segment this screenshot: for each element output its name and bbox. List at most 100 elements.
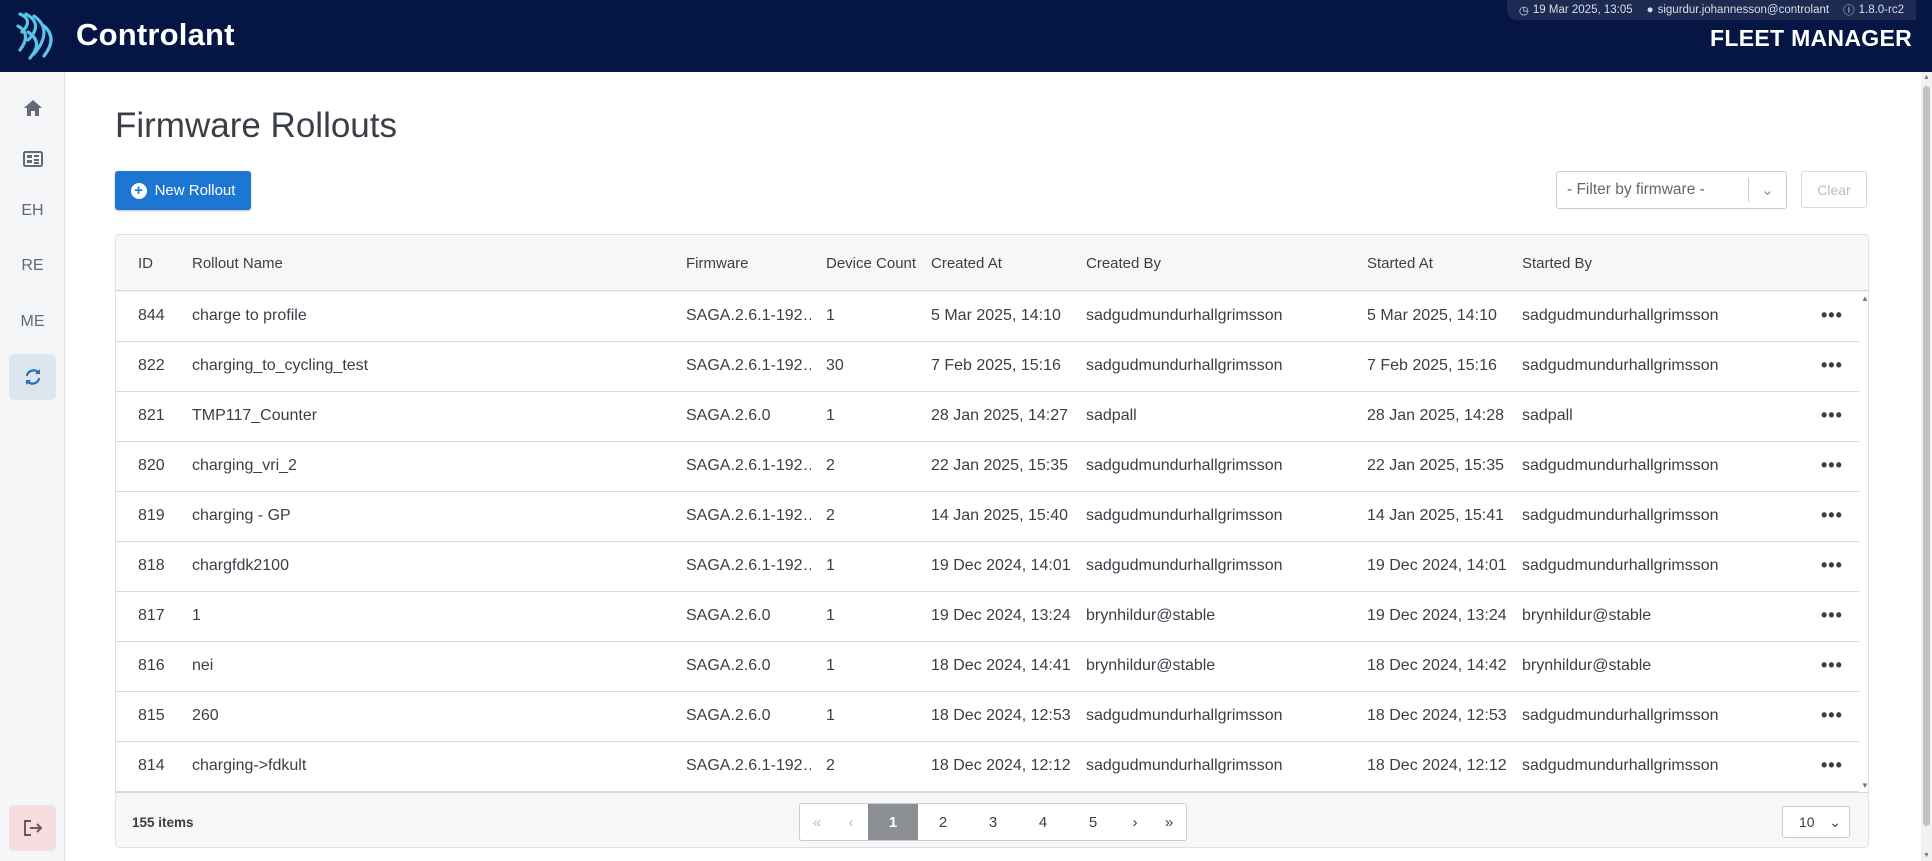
- sidebar-item-firmware-rollouts[interactable]: [9, 354, 56, 400]
- more-icon[interactable]: •••: [1821, 555, 1843, 576]
- more-icon[interactable]: •••: [1821, 405, 1843, 426]
- sidebar-item-home[interactable]: [9, 85, 56, 131]
- cell-started-by: sadgudmundurhallgrimsson: [1522, 457, 1719, 474]
- app-name: FLEET MANAGER: [1710, 25, 1912, 51]
- cell-device-count: 1: [826, 407, 835, 424]
- table-row[interactable]: 821 TMP117_Counter SAGA.2.6.0 1 28 Jan 2025,…: [116, 392, 1859, 442]
- cell-rollout-name: nei: [192, 657, 214, 674]
- table-row[interactable]: 816 nei SAGA.2.6.0 1 18 Dec 2024, 14:41 brynh…: [116, 642, 1859, 692]
- sidebar: EH RE ME: [0, 72, 65, 861]
- cell-device-count: 1: [826, 657, 835, 674]
- table-row[interactable]: 815 260 SAGA.2.6.0 1 18 Dec 2024, 12:53 sadgu…: [116, 692, 1859, 742]
- cell-id: 815: [138, 707, 165, 724]
- cell-created-by: sadgudmundurhallgrimsson: [1086, 707, 1283, 724]
- pagination: « ‹ 1 2 3 4 5 › »: [799, 803, 1187, 841]
- column-header-firmware[interactable]: Firmware: [686, 255, 749, 272]
- cell-created-at: 18 Dec 2024, 12:53: [931, 707, 1071, 724]
- cell-device-count: 2: [826, 757, 835, 774]
- logout-button[interactable]: [9, 805, 56, 851]
- scroll-up-arrow-icon[interactable]: ▲: [1923, 74, 1930, 81]
- sidebar-item-dashboard[interactable]: [9, 136, 56, 182]
- more-icon[interactable]: •••: [1821, 655, 1843, 676]
- new-rollout-button[interactable]: + New Rollout: [115, 171, 251, 210]
- cell-device-count: 30: [826, 357, 844, 374]
- column-header-id[interactable]: ID: [138, 255, 153, 272]
- cell-id: 820: [138, 457, 165, 474]
- column-header-created-at[interactable]: Created At: [931, 255, 1002, 272]
- table-row[interactable]: 822 charging_to_cycling_test SAGA.2.6.1-19…: [116, 342, 1859, 392]
- column-header-device-count[interactable]: Device Count: [826, 255, 916, 272]
- cell-id: 816: [138, 657, 165, 674]
- version-info: ⓘ 1.8.0-rc2: [1843, 2, 1904, 18]
- cell-started-at: 18 Dec 2024, 14:42: [1367, 657, 1507, 674]
- scroll-down-arrow-icon[interactable]: ▼: [1923, 852, 1930, 859]
- more-icon[interactable]: •••: [1821, 505, 1843, 526]
- home-icon: [23, 100, 42, 116]
- sidebar-item-eh[interactable]: EH: [9, 188, 56, 234]
- cell-rollout-name: charging_vri_2: [192, 457, 297, 474]
- clock-icon: ◷: [1518, 5, 1529, 17]
- table-row[interactable]: 814 charging->fdkult SAGA.2.6.1-192… 2 18 De…: [116, 742, 1859, 792]
- column-header-started-by[interactable]: Started By: [1522, 255, 1592, 272]
- more-icon[interactable]: •••: [1821, 705, 1843, 726]
- cell-id: 819: [138, 507, 165, 524]
- top-bar: Controlant ◷ 19 Mar 2025, 13:05 ● sigurd…: [0, 0, 1932, 72]
- page-4-button[interactable]: 4: [1018, 804, 1068, 840]
- brand-logo[interactable]: Controlant: [14, 10, 235, 60]
- page-1-button[interactable]: 1: [868, 804, 918, 840]
- table-row[interactable]: 818 chargfdk2100 SAGA.2.6.1-192… 1 19 Dec 20…: [116, 542, 1859, 592]
- cell-created-at: 22 Jan 2025, 15:35: [931, 457, 1069, 474]
- column-header-created-by[interactable]: Created By: [1086, 255, 1161, 272]
- cell-rollout-name: 1: [192, 607, 201, 624]
- cell-created-at: 5 Mar 2025, 14:10: [931, 307, 1061, 324]
- page-3-button[interactable]: 3: [968, 804, 1018, 840]
- cell-firmware: SAGA.2.6.1-192…: [686, 457, 811, 474]
- cell-created-by: sadgudmundurhallgrimsson: [1086, 457, 1283, 474]
- page-5-button[interactable]: 5: [1068, 804, 1118, 840]
- cell-started-at: 28 Jan 2025, 14:28: [1367, 407, 1505, 424]
- table-row[interactable]: 819 charging - GP SAGA.2.6.1-192… 2 14 Jan 2…: [116, 492, 1859, 542]
- cell-id: 814: [138, 757, 165, 774]
- sidebar-item-me[interactable]: ME: [9, 299, 56, 345]
- first-page-button[interactable]: «: [800, 804, 834, 840]
- page-2-button[interactable]: 2: [918, 804, 968, 840]
- table-row[interactable]: 844 charge to profile SAGA.2.6.1-192… 1 5 Ma…: [116, 292, 1859, 342]
- version-text: 1.8.0-rc2: [1858, 4, 1904, 16]
- sidebar-item-re[interactable]: RE: [9, 243, 56, 289]
- more-icon[interactable]: •••: [1821, 605, 1843, 626]
- cell-created-at: 19 Dec 2024, 14:01: [931, 557, 1071, 574]
- info-icon: ⓘ: [1843, 5, 1855, 17]
- cell-firmware: SAGA.2.6.1-192…: [686, 357, 811, 374]
- cell-started-at: 5 Mar 2025, 14:10: [1367, 307, 1497, 324]
- cell-started-at: 7 Feb 2025, 15:16: [1367, 357, 1497, 374]
- main-content: Firmware Rollouts + New Rollout - Filter…: [66, 72, 1921, 861]
- table-scrollbar[interactable]: ▲ ▼: [1859, 292, 1868, 792]
- cell-id: 844: [138, 307, 165, 324]
- cell-created-by: sadgudmundurhallgrimsson: [1086, 557, 1283, 574]
- cell-device-count: 1: [826, 707, 835, 724]
- clear-filter-button[interactable]: Clear: [1801, 171, 1867, 208]
- column-header-started-at[interactable]: Started At: [1367, 255, 1433, 272]
- new-rollout-label: New Rollout: [154, 182, 236, 199]
- more-icon[interactable]: •••: [1821, 455, 1843, 476]
- chevron-down-icon[interactable]: ⌄: [1749, 181, 1786, 200]
- page-scrollbar[interactable]: ▲ ▼: [1921, 72, 1932, 861]
- next-page-button[interactable]: ›: [1118, 804, 1152, 840]
- page-size-select[interactable]: 10 ⌄: [1782, 806, 1850, 838]
- cell-started-by: sadgudmundurhallgrimsson: [1522, 557, 1719, 574]
- column-header-rollout-name[interactable]: Rollout Name: [192, 255, 283, 272]
- datetime-info: ◷ 19 Mar 2025, 13:05: [1519, 3, 1633, 17]
- more-icon[interactable]: •••: [1821, 305, 1843, 326]
- page-scroll-thumb[interactable]: [1923, 86, 1930, 826]
- more-icon[interactable]: •••: [1821, 755, 1843, 776]
- firmware-filter-select[interactable]: - Filter by firmware - ⌄: [1556, 171, 1787, 209]
- table-row[interactable]: 817 1 SAGA.2.6.0 1 19 Dec 2024, 13:24 brynhil…: [116, 592, 1859, 642]
- scroll-up-arrow-icon[interactable]: ▲: [1861, 294, 1868, 303]
- cell-created-at: 19 Dec 2024, 13:24: [931, 607, 1071, 624]
- scroll-down-arrow-icon[interactable]: ▼: [1861, 781, 1868, 790]
- prev-page-button[interactable]: ‹: [834, 804, 868, 840]
- table-body: 844 charge to profile SAGA.2.6.1-192… 1 5 Ma…: [116, 292, 1859, 792]
- last-page-button[interactable]: »: [1152, 804, 1186, 840]
- more-icon[interactable]: •••: [1821, 355, 1843, 376]
- table-row[interactable]: 820 charging_vri_2 SAGA.2.6.1-192… 2 22 Jan …: [116, 442, 1859, 492]
